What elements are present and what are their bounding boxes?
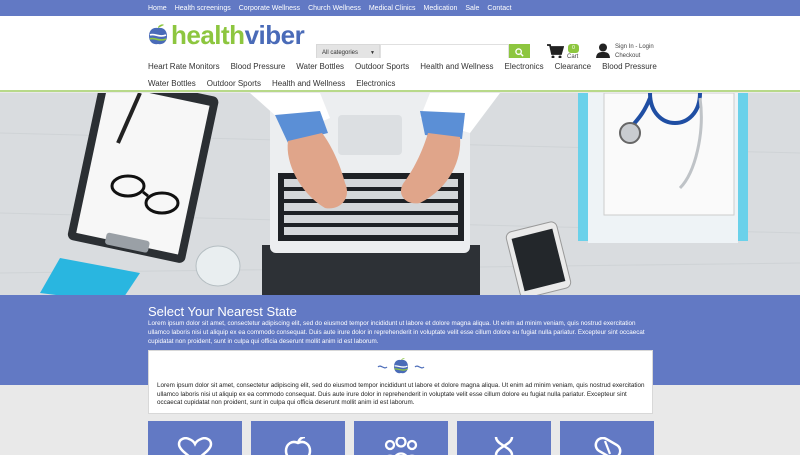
brand-part-health: health: [171, 20, 245, 50]
category-water-bottles-2[interactable]: Water Bottles: [148, 79, 196, 88]
cart-icon: [547, 44, 564, 59]
tile-people[interactable]: [354, 421, 448, 455]
tile-pill[interactable]: [560, 421, 654, 455]
card-text: Lorem ipsum dolor sit amet, consectetur …: [157, 382, 645, 406]
top-nav-health-screenings[interactable]: Health screenings: [175, 5, 231, 12]
category-select-value: All categories: [322, 49, 359, 56]
search-icon: [515, 48, 524, 57]
people-icon: [384, 437, 418, 455]
top-nav-corporate-wellness[interactable]: Corporate Wellness: [239, 5, 300, 12]
category-blood-pressure[interactable]: Blood Pressure: [231, 62, 286, 71]
category-electronics-2[interactable]: Electronics: [356, 79, 395, 88]
top-nav: Home Health screenings Corporate Wellnes…: [0, 0, 800, 16]
section-title: Select Your Nearest State: [148, 304, 297, 319]
category-nav: Heart Rate Monitors Blood Pressure Water…: [0, 58, 800, 92]
dna-icon: [494, 437, 514, 455]
category-clearance[interactable]: Clearance: [555, 62, 591, 71]
top-nav-contact[interactable]: Contact: [487, 5, 511, 12]
logo-emblem-icon: [377, 358, 425, 374]
info-card: Lorem ipsum dolor sit amet, consectetur …: [148, 350, 653, 414]
site-header: healthviber All categories ▼ 0 Cart Sign …: [0, 16, 800, 61]
category-electronics[interactable]: Electronics: [505, 62, 544, 71]
category-health-and-wellness[interactable]: Health and Wellness: [420, 62, 493, 71]
feature-tiles: [148, 421, 663, 455]
top-nav-sale[interactable]: Sale: [465, 5, 479, 12]
category-health-and-wellness-2[interactable]: Health and Wellness: [272, 79, 345, 88]
tile-dna[interactable]: [457, 421, 551, 455]
sign-in-link[interactable]: Sign In - Login: [615, 43, 654, 52]
category-heart-rate-monitors[interactable]: Heart Rate Monitors: [148, 62, 220, 71]
pill-icon: [594, 437, 622, 455]
chevron-down-icon: ▼: [370, 50, 375, 56]
category-outdoor-sports[interactable]: Outdoor Sports: [355, 62, 409, 71]
category-water-bottles[interactable]: Water Bottles: [296, 62, 344, 71]
hero-image: [0, 93, 800, 295]
logo-apple-icon: [149, 24, 167, 45]
top-nav-medication[interactable]: Medication: [424, 5, 458, 12]
tile-apple[interactable]: [251, 421, 345, 455]
section-intro: Lorem ipsum dolor sit amet, consectetur …: [148, 320, 645, 345]
apple-icon: [284, 437, 312, 455]
brand-part-viber: viber: [244, 20, 305, 50]
top-nav-church-wellness[interactable]: Church Wellness: [308, 5, 361, 12]
cart-count-badge: 0: [568, 44, 579, 53]
tile-heart[interactable]: [148, 421, 242, 455]
hero-illustration: [0, 93, 800, 295]
category-outdoor-sports-2[interactable]: Outdoor Sports: [207, 79, 261, 88]
user-icon: [596, 43, 610, 59]
heart-icon: [177, 437, 213, 455]
brand-name: healthviber: [171, 22, 305, 48]
logo[interactable]: healthviber: [148, 22, 305, 48]
top-nav-home[interactable]: Home: [148, 5, 167, 12]
category-blood-pressure-2[interactable]: Blood Pressure: [602, 62, 657, 71]
top-nav-medical-clinics[interactable]: Medical Clinics: [369, 5, 416, 12]
